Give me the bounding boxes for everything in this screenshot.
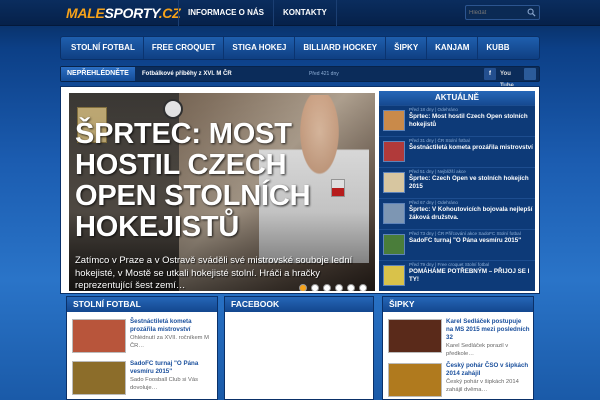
category-billiard-hockey[interactable]: BILLIARD HOCKEY bbox=[295, 37, 387, 59]
article-thumbnail[interactable] bbox=[388, 319, 442, 353]
category-kanjam[interactable]: KANJAM bbox=[427, 37, 479, 59]
article-title[interactable]: Český pohár ČSO v šipkách 2014 zahájil bbox=[446, 362, 530, 378]
article-title[interactable]: Šestnáctiletá kometa prozářila mistrovst… bbox=[130, 318, 212, 334]
panel-item[interactable]: Český pohár ČSO v šipkách 2014 zahájil Č… bbox=[383, 359, 533, 399]
rss-icon[interactable] bbox=[524, 68, 536, 80]
article-title[interactable]: Karel Sedláček postupuje na MS 2015 mezi… bbox=[446, 318, 530, 342]
slider-dots bbox=[299, 284, 367, 291]
aktualne-title-link[interactable]: Šprtec: Czech Open ve stolních hokejích … bbox=[409, 175, 533, 191]
aktualne-title: AKTUÁLNĚ bbox=[379, 91, 535, 105]
aktualne-meta: Před 67 dny | Odehráno bbox=[409, 200, 458, 205]
aktualne-thumbnail[interactable] bbox=[383, 234, 405, 255]
aktualne-thumbnail[interactable] bbox=[383, 203, 405, 224]
category-sipky[interactable]: ŠIPKY bbox=[386, 37, 428, 59]
ticker-label: NEPŘEHLÉDNĚTE bbox=[61, 67, 135, 81]
news-ticker: NEPŘEHLÉDNĚTE Fotbálkové příběhy z XVI. … bbox=[60, 66, 540, 89]
aktualne-title-link[interactable]: SadoFC turnaj "O Pána vesmíru 2015" bbox=[409, 237, 533, 245]
panel-item[interactable]: SadoFC turnaj "O Pána vesmíru 2015" Sado… bbox=[67, 357, 217, 397]
top-nav: INFORMACE O NÁS KONTAKTY bbox=[178, 0, 337, 26]
logo-part-sporty: SPORTY bbox=[104, 5, 159, 21]
panel-sipky: ŠIPKY Karel Sedláček postupuje na MS 201… bbox=[382, 296, 534, 400]
search-box bbox=[465, 5, 540, 20]
aktualne-title-link[interactable]: POMÁHÁME POTŘEBNÝM – PŘIJOJ SE I TY! bbox=[409, 268, 533, 284]
aktualne-thumbnail[interactable] bbox=[383, 110, 405, 131]
aktualne-title-link[interactable]: Šestnáctiletá kometa prozářila mistrovst… bbox=[409, 144, 533, 152]
site-logo[interactable]: MALESPORTY.CZ bbox=[66, 4, 181, 22]
category-free-croquet[interactable]: FREE CROQUET bbox=[144, 37, 225, 59]
article-thumbnail[interactable] bbox=[388, 363, 442, 397]
top-bar: MALESPORTY.CZ INFORMACE O NÁS KONTAKTY bbox=[0, 0, 600, 26]
article-thumbnail[interactable] bbox=[72, 319, 126, 353]
topnav-item-kontakty[interactable]: KONTAKTY bbox=[273, 0, 337, 26]
facebook-icon[interactable]: f bbox=[484, 68, 496, 80]
slider-dot[interactable] bbox=[347, 284, 355, 291]
topnav-item-informace[interactable]: INFORMACE O NÁS bbox=[178, 0, 273, 26]
aktualne-item[interactable]: Před 79 dny | Free croquet Stolní fotbal… bbox=[379, 260, 535, 291]
slider-dot[interactable] bbox=[299, 284, 307, 291]
logo-part-male: MALE bbox=[66, 5, 105, 21]
panel-title: ŠIPKY bbox=[383, 297, 533, 312]
category-nav: STOLNÍ FOTBAL FREE CROQUET STIGA HOKEJ B… bbox=[60, 36, 540, 60]
category-kubb[interactable]: KUBB bbox=[478, 37, 517, 59]
aktualne-title-link[interactable]: Šprtec: V Kohoutovicích bojovala nejlepš… bbox=[409, 206, 533, 222]
aktualne-item[interactable]: Před 18 dny | Odehráno Šprtec: Most hosti… bbox=[379, 105, 535, 136]
hero-headline[interactable]: ŠPRTEC: MOST HOSTIL CZECH OPEN STOLNÍCH … bbox=[75, 119, 365, 243]
aktualne-thumbnail[interactable] bbox=[383, 172, 405, 193]
aktualne-meta: Před 51 dny | Nejbližší akce bbox=[409, 169, 466, 174]
slider-dot[interactable] bbox=[359, 284, 367, 291]
article-excerpt: Sado Foosball Club si Vás dovoluje… bbox=[130, 377, 198, 391]
aktualne-item[interactable]: Před 67 dny | Odehráno Šprtec: V Kohoutov… bbox=[379, 198, 535, 229]
panel-title: STOLNÍ FOTBAL bbox=[67, 297, 217, 312]
slider-dot[interactable] bbox=[323, 284, 331, 291]
slider-dot[interactable] bbox=[311, 284, 319, 291]
aktualne-item[interactable]: Před 31 dny | ČR Stolní fotbal Šestnáctil… bbox=[379, 136, 535, 167]
article-title[interactable]: SadoFC turnaj "O Pána vesmíru 2015" bbox=[130, 360, 212, 376]
aktualne-meta: Před 79 dny | Free croquet Stolní fotbal bbox=[409, 262, 490, 267]
search-icon[interactable] bbox=[527, 8, 536, 17]
panel-item[interactable]: Šestnáctiletá kometa prozářila mistrovst… bbox=[67, 315, 217, 355]
article-excerpt: Ohlédnutí za XVII. ročníkem M ČR… bbox=[130, 335, 209, 349]
article-thumbnail[interactable] bbox=[72, 361, 126, 395]
ticker-link[interactable]: Fotbálkové příběhy z XVI. M ČR bbox=[142, 67, 232, 81]
aktualne-meta: Před 73 dny | ČR Přiřcování akce SadoFC … bbox=[409, 231, 521, 236]
aktualne-meta: Před 18 dny | Odehráno bbox=[409, 107, 458, 112]
aktualne-thumbnail[interactable] bbox=[383, 265, 405, 286]
panel-item[interactable]: Karel Sedláček postupuje na MS 2015 mezi… bbox=[383, 315, 533, 357]
slider-dot[interactable] bbox=[335, 284, 343, 291]
panel-facebook: FACEBOOK bbox=[224, 296, 374, 400]
category-stiga-hokej[interactable]: STIGA HOKEJ bbox=[224, 37, 296, 59]
panel-title: FACEBOOK bbox=[225, 297, 373, 312]
youtube-icon[interactable]: You Tube bbox=[500, 68, 520, 89]
main-content: ŠPRTEC: MOST HOSTIL CZECH OPEN STOLNÍCH … bbox=[60, 86, 540, 294]
category-stolni-fotbal[interactable]: STOLNÍ FOTBAL bbox=[63, 37, 144, 59]
article-excerpt: Karel Sedláček porazil v předkole… bbox=[446, 343, 509, 357]
ticker-time: Před 421 dny bbox=[309, 71, 339, 77]
aktualne-meta: Před 31 dny | ČR Stolní fotbal bbox=[409, 138, 470, 143]
aktualne-sidebar: AKTUÁLNĚ Před 18 dny | Odehráno Šprtec: M… bbox=[379, 91, 535, 291]
search-input[interactable] bbox=[469, 7, 525, 18]
aktualne-item[interactable]: Před 51 dny | Nejbližší akce Šprtec: Czec… bbox=[379, 167, 535, 198]
social-links: f You Tube bbox=[484, 68, 536, 89]
aktualne-thumbnail[interactable] bbox=[383, 141, 405, 162]
hero-slider[interactable]: ŠPRTEC: MOST HOSTIL CZECH OPEN STOLNÍCH … bbox=[69, 93, 375, 291]
aktualne-item[interactable]: Před 73 dny | ČR Přiřcování akce SadoFC … bbox=[379, 229, 535, 260]
article-excerpt: Český pohár v šipkách 2014 zahájil dvěma… bbox=[446, 379, 519, 393]
panel-stolni-fotbal: STOLNÍ FOTBAL Šestnáctiletá kometa prozá… bbox=[66, 296, 218, 400]
aktualne-title-link[interactable]: Šprtec: Most hostil Czech Open stolních … bbox=[409, 113, 533, 129]
